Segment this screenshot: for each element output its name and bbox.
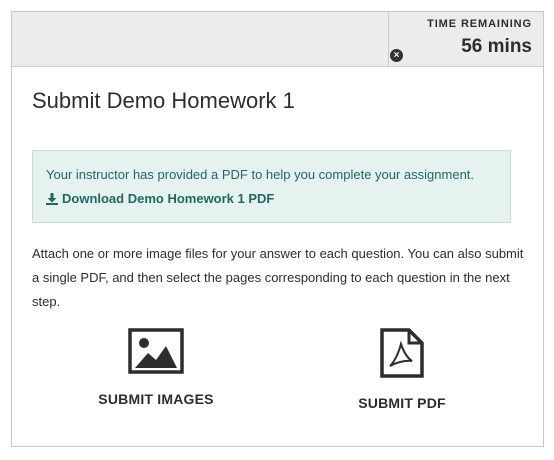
submit-images-label: SUBMIT IMAGES bbox=[98, 391, 214, 407]
submit-pdf-button[interactable]: SUBMIT PDF bbox=[352, 328, 452, 411]
close-circle-icon[interactable]: × bbox=[390, 49, 403, 62]
pdf-file-icon bbox=[379, 328, 425, 383]
download-icon bbox=[46, 192, 58, 205]
time-remaining-value: 56 mins bbox=[461, 36, 532, 57]
instructions-text: Attach one or more image files for your … bbox=[32, 246, 524, 309]
instructor-pdf-notice: Your instructor has provided a PDF to he… bbox=[32, 150, 511, 223]
submit-pdf-label: SUBMIT PDF bbox=[358, 395, 446, 411]
download-link-label: Download Demo Homework 1 PDF bbox=[62, 191, 275, 206]
submit-images-button[interactable]: SUBMIT IMAGES bbox=[94, 328, 218, 407]
notice-text: Your instructor has provided a PDF to he… bbox=[46, 167, 475, 182]
page-title: Submit Demo Homework 1 bbox=[32, 88, 295, 113]
time-remaining-box: × TIME REMAINING 56 mins bbox=[388, 12, 543, 67]
time-remaining-label: TIME REMAINING bbox=[427, 18, 532, 30]
top-bar: × TIME REMAINING 56 mins bbox=[12, 12, 543, 67]
download-pdf-link[interactable]: Download Demo Homework 1 PDF bbox=[46, 191, 274, 206]
submission-panel: × TIME REMAINING 56 mins Submit Demo Hom… bbox=[11, 11, 544, 447]
image-icon bbox=[128, 328, 184, 379]
